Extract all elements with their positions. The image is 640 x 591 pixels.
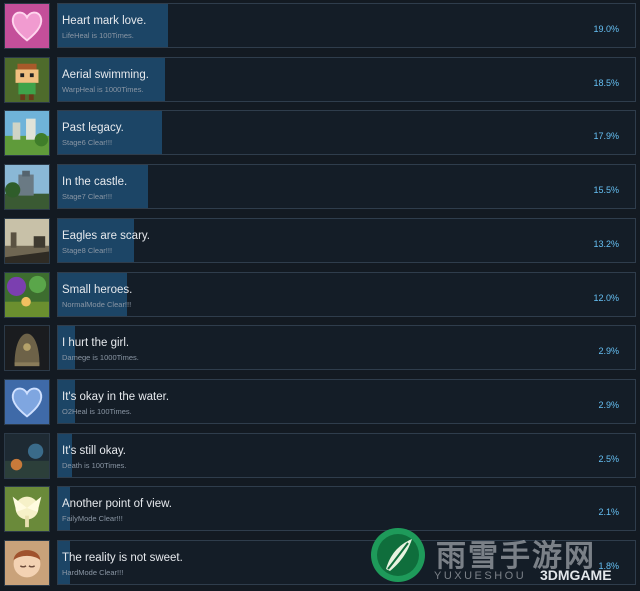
unlock-percentage: 19.0%	[593, 24, 619, 34]
unlock-percentage: 13.2%	[593, 238, 619, 249]
achievement-description: FailyMode Clear!!!	[62, 514, 123, 524]
pink-heart-icon	[4, 3, 50, 49]
achievement-title: It's okay in the water.	[62, 390, 170, 403]
blue-heart-icon	[4, 378, 50, 425]
unlock-percentage: 17.9%	[593, 131, 619, 142]
achievement-panel: Past legacy. Stage6 Clear!!! 17.9%	[57, 110, 636, 156]
achievement-row[interactable]: Eagles are scary. Stage8 Clear!!! 13.2%	[0, 215, 640, 264]
achievement-row[interactable]: Small heroes. NormalMode Clear!!! 12.0%	[0, 269, 640, 318]
achievement-title: Past legacy.	[62, 122, 124, 135]
achievement-panel: It's still okay. Death is 100Times. 2.5%	[57, 432, 636, 478]
achievement-description: Stage7 Clear!!!	[62, 192, 113, 202]
achievement-title: Aerial swimming.	[62, 68, 149, 81]
achievement-description: O2Heal is 100Times.	[62, 406, 132, 416]
unlock-percentage: 2.9%	[598, 346, 619, 357]
achievement-panel: Aerial swimming. WarpHeal is 1000Times. 18…	[57, 56, 636, 102]
unlock-percentage: 2.1%	[598, 507, 619, 518]
achievement-panel: Heart mark love. LifeHeal is 100Times. 19.…	[57, 3, 636, 48]
achievement-row[interactable]: It's okay in the water. O2Heal is 100Time…	[0, 376, 640, 425]
watermark: 雨雪手游网 YUXUESHOU 3DMGAME	[368, 525, 640, 591]
achievement-description: HardMode Clear!!!	[62, 568, 124, 577]
achievement-description: Stage6 Clear!!!	[62, 138, 113, 148]
cliff-scene-icon	[4, 217, 50, 264]
achievement-title: The reality is not sweet.	[62, 552, 183, 564]
achievement-title: It's still okay.	[62, 444, 126, 457]
achievement-row[interactable]: Heart mark love. LifeHeal is 100Times. 19.…	[0, 0, 640, 49]
achievement-description: Death is 100Times.	[62, 460, 127, 470]
achievement-row[interactable]: It's still okay. Death is 100Times. 2.5%	[0, 430, 640, 479]
forest-scene-icon	[4, 271, 50, 318]
achievement-row[interactable]: Past legacy. Stage6 Clear!!! 17.9%	[0, 107, 640, 157]
achievement-panel: I hurt the girl. Damege is 1000Times. 2.9%	[57, 325, 636, 371]
achievement-description: NormalMode Clear!!!	[62, 299, 132, 309]
castle-scene-icon	[4, 164, 50, 211]
unlock-percentage: 15.5%	[593, 185, 619, 196]
achievement-row[interactable]: I hurt the girl. Damege is 1000Times. 2.9%	[0, 322, 640, 372]
achievement-description: WarpHeal is 1000Times.	[62, 84, 144, 94]
achievement-title: Small heroes.	[62, 283, 133, 296]
watermark-brand-text: 3DMGAME	[540, 567, 612, 583]
fairy-icon	[4, 486, 50, 533]
achievement-title: Eagles are scary.	[62, 229, 150, 242]
unlock-percentage: 18.5%	[593, 77, 619, 88]
dark-bell-icon	[4, 325, 50, 372]
unlock-percentage: 2.9%	[598, 399, 619, 410]
achievement-description: Stage8 Clear!!!	[62, 245, 113, 255]
achievement-title: Another point of view.	[62, 498, 172, 511]
achievement-row[interactable]: In the castle. Stage7 Clear!!! 15.5%	[0, 161, 640, 211]
achievement-list: Heart mark love. LifeHeal is 100Times. 19.…	[0, 0, 640, 591]
achievement-panel: Eagles are scary. Stage8 Clear!!! 13.2%	[57, 217, 636, 263]
sleeping-girl-icon	[4, 540, 50, 586]
watermark-en-text: YUXUESHOU	[434, 570, 527, 582]
leaf-logo-icon	[371, 528, 425, 582]
achievement-title: Heart mark love.	[62, 15, 147, 27]
achievement-description: LifeHeal is 100Times.	[62, 31, 134, 40]
unlock-percentage: 12.0%	[593, 292, 619, 303]
unlock-percentage: 2.5%	[598, 453, 619, 464]
pixel-character-icon	[4, 56, 50, 103]
achievement-panel: Small heroes. NormalMode Clear!!! 12.0%	[57, 271, 636, 317]
achievement-panel: In the castle. Stage7 Clear!!! 15.5%	[57, 164, 636, 210]
achievement-title: I hurt the girl.	[62, 337, 130, 350]
ruins-scene-icon	[4, 110, 50, 157]
achievement-title: In the castle.	[62, 176, 128, 189]
achievement-row[interactable]: Aerial swimming. WarpHeal is 1000Times. 18…	[0, 54, 640, 103]
dark-scene-icon	[4, 432, 50, 479]
achievement-panel: It's okay in the water. O2Heal is 100Time…	[57, 378, 636, 424]
achievement-description: Damege is 1000Times.	[62, 353, 139, 363]
